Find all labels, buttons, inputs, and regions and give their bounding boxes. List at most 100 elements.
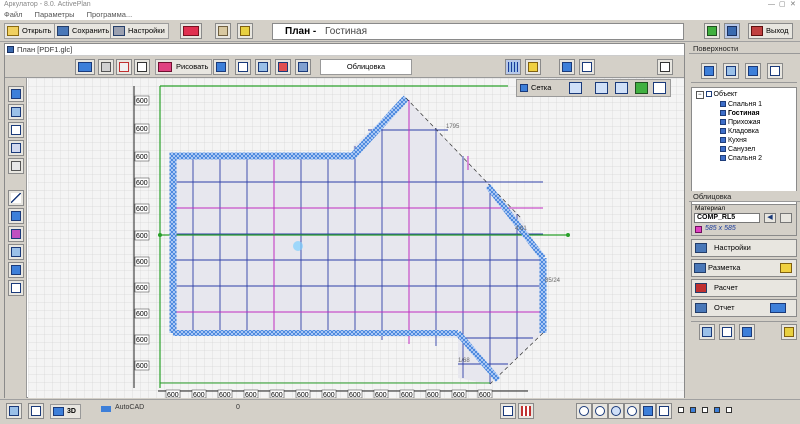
tree-item[interactable]: Спальня 2	[720, 154, 762, 163]
autocad-label[interactable]: AutoCAD	[115, 404, 144, 411]
pan-button[interactable]	[656, 403, 672, 419]
lock-icon	[240, 26, 250, 36]
grid-height-icon[interactable]	[615, 82, 628, 94]
palette-line-button[interactable]	[8, 190, 24, 206]
grid-width-icon[interactable]	[595, 82, 608, 94]
rect-tool-button[interactable]	[235, 59, 251, 75]
palette-print-button[interactable]	[8, 280, 24, 296]
plan-canvas[interactable]: 600 600 600 600 600 600 600 600 600 600 …	[28, 78, 684, 398]
wall-tool-button[interactable]	[75, 59, 95, 75]
menu-parameters[interactable]: Параметры	[35, 10, 75, 19]
grid-toggle-button[interactable]	[505, 59, 521, 75]
copy-tool-button[interactable]	[255, 59, 271, 75]
view-small-icon[interactable]	[678, 407, 684, 413]
tree-item[interactable]: Санузел	[720, 145, 755, 154]
status-columns-button[interactable]	[518, 403, 534, 419]
axis-handle[interactable]	[158, 233, 162, 237]
material-pick-icon[interactable]: ◀	[764, 213, 776, 223]
surface-delete-button[interactable]	[745, 63, 761, 79]
erase-tool-button[interactable]	[116, 59, 132, 75]
view-solid-icon[interactable]	[714, 407, 720, 413]
draw-button[interactable]: Рисовать	[155, 59, 213, 75]
axis-handle[interactable]	[566, 233, 570, 237]
material-field[interactable]: COMP_RL5	[694, 213, 760, 223]
facing-grid-button[interactable]	[739, 324, 755, 340]
resize-tool-button[interactable]	[579, 59, 595, 75]
zoom-all-button[interactable]	[624, 403, 640, 419]
tree-item[interactable]: Кухня	[720, 136, 747, 145]
zoom-out-button[interactable]	[592, 403, 608, 419]
surface-props-button[interactable]	[767, 63, 783, 79]
facing-list-button[interactable]	[719, 324, 735, 340]
palette-door-button[interactable]	[8, 122, 24, 138]
status-view-button[interactable]	[500, 403, 516, 419]
markup-button[interactable]: Разметка	[691, 259, 797, 277]
material-edit-icon[interactable]	[780, 213, 792, 223]
tree-item[interactable]: Спальня 1	[720, 100, 762, 109]
plus-tool-button[interactable]	[559, 59, 575, 75]
view-filled-icon[interactable]	[690, 407, 696, 413]
palette-room-button[interactable]	[8, 104, 24, 120]
palette-column-button[interactable]	[8, 158, 24, 174]
grid-label[interactable]: Сетка	[531, 83, 551, 92]
select-tool-button[interactable]	[134, 59, 150, 75]
facing-mode-field[interactable]: Облицовка	[320, 59, 412, 75]
calculator-button[interactable]	[724, 23, 740, 39]
menu-file[interactable]: Файл	[4, 10, 22, 19]
tree-item-selected[interactable]: Гостиная	[720, 109, 760, 118]
zoom-window-button[interactable]	[657, 59, 673, 75]
surface-add-button[interactable]	[701, 63, 717, 79]
collapse-icon[interactable]: −	[696, 91, 704, 99]
status-grid-button[interactable]	[6, 403, 22, 419]
palette-tile-button[interactable]	[8, 244, 24, 260]
yellow-tool-button[interactable]	[525, 59, 541, 75]
palette-paint-button[interactable]	[8, 226, 24, 242]
green-tool-button[interactable]	[704, 23, 720, 39]
layers-tool-button[interactable]	[295, 59, 311, 75]
facing-settings-button[interactable]: Настройки	[691, 239, 797, 257]
grid-add-icon[interactable]	[635, 82, 648, 94]
grid-move-icon[interactable]	[653, 82, 666, 94]
maximize-icon[interactable]: ▢	[779, 0, 786, 9]
report-button[interactable]: Отчет	[691, 299, 797, 317]
tile-tool-button[interactable]	[98, 59, 114, 75]
zoom-window-status-button[interactable]	[608, 403, 624, 419]
zoom-in-button[interactable]	[576, 403, 592, 419]
status-snap-button[interactable]	[28, 403, 44, 419]
zoom-extents-button[interactable]	[640, 403, 656, 419]
facing-lock-button[interactable]	[781, 324, 797, 340]
floor-plan-drawing[interactable]: 600 600 600 600 600 600 600 600 600 600 …	[28, 78, 684, 398]
3d-view-button[interactable]: 3D	[50, 404, 81, 419]
center-marker[interactable]	[293, 241, 303, 251]
grid-align-icon[interactable]	[569, 82, 582, 94]
print-preview-button[interactable]	[180, 23, 202, 39]
dim-label: 600	[323, 392, 335, 398]
minimize-icon[interactable]: —	[768, 0, 775, 9]
menu-program[interactable]: Программа...	[87, 10, 133, 19]
dim-label: 600	[136, 363, 148, 370]
lock-button[interactable]	[237, 23, 253, 39]
color-tool-button[interactable]	[275, 59, 291, 75]
surface-copy-button[interactable]	[723, 63, 739, 79]
palette-fill-button[interactable]	[8, 208, 24, 224]
settings-button[interactable]: Настройки	[110, 23, 169, 39]
palette-view-button[interactable]	[8, 262, 24, 278]
room-icon	[720, 110, 726, 117]
print-icon[interactable]	[770, 303, 786, 313]
facing-table-button[interactable]	[699, 324, 715, 340]
markup-extra-icon[interactable]	[780, 263, 792, 273]
tree-item[interactable]: Прихожая	[720, 118, 760, 127]
view-wire-icon[interactable]	[726, 407, 732, 413]
view-outline-icon[interactable]	[702, 407, 708, 413]
clipboard-button[interactable]	[215, 23, 231, 39]
exit-button[interactable]: Выход	[748, 23, 794, 39]
open-button[interactable]: Открыть	[4, 23, 56, 39]
flip-tool-button[interactable]	[213, 59, 229, 75]
tree-item[interactable]: Кладовка	[720, 127, 759, 136]
palette-wall-button[interactable]	[8, 86, 24, 102]
calculate-button[interactable]: Расчет	[691, 279, 797, 297]
save-button[interactable]: Сохранить	[54, 23, 114, 39]
palette-window-button[interactable]	[8, 140, 24, 156]
close-icon[interactable]: ✕	[790, 0, 796, 9]
tree-root[interactable]: − Объект	[696, 90, 737, 100]
